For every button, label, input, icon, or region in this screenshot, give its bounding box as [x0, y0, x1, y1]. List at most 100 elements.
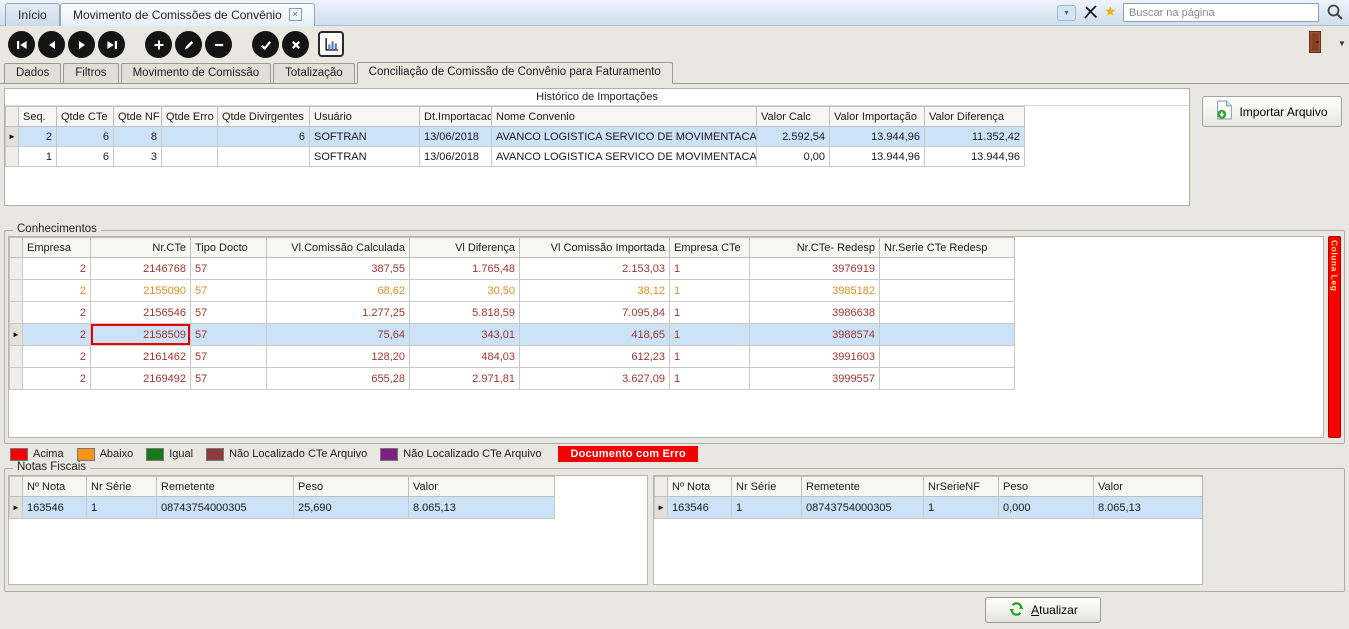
search-icon[interactable]	[1325, 3, 1345, 23]
column-header[interactable]: Remetente	[157, 477, 294, 497]
highlighted-cell[interactable]: 2158509	[91, 324, 191, 346]
column-header[interactable]: Valor	[409, 477, 555, 497]
column-header[interactable]: Qtde Erro	[162, 107, 218, 127]
cell[interactable]: 1.277,25	[267, 302, 410, 324]
column-header[interactable]: Empresa	[23, 238, 91, 258]
window-tab-movimento-comissoes[interactable]: Movimento de Comissões de Convênio ×	[60, 3, 315, 26]
cell[interactable]: 1	[732, 497, 802, 519]
cell[interactable]: 655,28	[267, 368, 410, 390]
column-header[interactable]: Nº Nota	[23, 477, 87, 497]
first-record-button[interactable]	[8, 31, 35, 58]
cell[interactable]: 75,64	[267, 324, 410, 346]
cell[interactable]: 3999557	[750, 368, 880, 390]
cell[interactable]	[880, 302, 1015, 324]
search-input[interactable]	[1123, 3, 1319, 22]
column-header[interactable]: Tipo Docto	[191, 238, 267, 258]
cell[interactable]: 13/06/2018	[420, 147, 492, 167]
cell[interactable]: 2.971,81	[410, 368, 520, 390]
cell[interactable]: AVANCO LOGISTICA SERVICO DE MOVIMENTACAO	[492, 127, 757, 147]
column-header[interactable]: Nr.CTe	[91, 238, 191, 258]
cell[interactable]	[880, 280, 1015, 302]
cell[interactable]: 3988574	[750, 324, 880, 346]
cell[interactable]: 163546	[23, 497, 87, 519]
cell[interactable]: 13.944,96	[925, 147, 1025, 167]
cell[interactable]	[218, 147, 310, 167]
cell[interactable]: 57	[191, 302, 267, 324]
cell[interactable]: 1	[670, 280, 750, 302]
cell[interactable]: 3.627,09	[520, 368, 670, 390]
column-header[interactable]: Qtde NF	[114, 107, 162, 127]
column-header[interactable]: Vl.Comissão Calculada	[267, 238, 410, 258]
cell[interactable]: 1	[670, 258, 750, 280]
cell[interactable]: 57	[191, 258, 267, 280]
cell[interactable]: SOFTRAN	[310, 147, 420, 167]
cell[interactable]: 2146768	[91, 258, 191, 280]
chart-button[interactable]	[318, 31, 344, 57]
cell[interactable]: 5.818,59	[410, 302, 520, 324]
column-header[interactable]: Nome Convenio	[492, 107, 757, 127]
table-row[interactable]: 22156546571.277,255.818,597.095,84139866…	[10, 302, 1015, 324]
cell[interactable]: 3	[114, 147, 162, 167]
cell[interactable]	[162, 127, 218, 147]
column-header[interactable]: Usuário	[310, 107, 420, 127]
favorite-star-icon[interactable]: ★	[1104, 3, 1117, 20]
column-header[interactable]: Nr.Serie CTe Redesp	[880, 238, 1015, 258]
cell[interactable]: 6	[57, 127, 114, 147]
insert-button[interactable]	[145, 31, 172, 58]
cell[interactable]: 30,50	[410, 280, 520, 302]
cell[interactable]: 128,20	[267, 346, 410, 368]
cell[interactable]: 13/06/2018	[420, 127, 492, 147]
last-record-button[interactable]	[98, 31, 125, 58]
cell[interactable]: 2	[19, 127, 57, 147]
cell[interactable]: 163546	[668, 497, 732, 519]
chevron-down-icon[interactable]: ▾	[1057, 5, 1076, 21]
cell[interactable]: 1	[670, 368, 750, 390]
cell[interactable]: 1.765,48	[410, 258, 520, 280]
cell[interactable]: 6	[218, 127, 310, 147]
column-header[interactable]: Qtde CTe	[57, 107, 114, 127]
table-row[interactable]: ►16354610874375400030525,6908.065,13	[10, 497, 555, 519]
cell[interactable]	[880, 258, 1015, 280]
cell[interactable]: 0,000	[999, 497, 1094, 519]
cell[interactable]: 6	[57, 147, 114, 167]
table-row[interactable]: 163 SOFTRAN13/06/2018AVANCO LOGISTICA SER…	[6, 147, 1025, 167]
cell[interactable]: 8.065,13	[409, 497, 555, 519]
column-header[interactable]: Nº Nota	[668, 477, 732, 497]
cell[interactable]: 343,01	[410, 324, 520, 346]
cell[interactable]: 57	[191, 346, 267, 368]
cell[interactable]	[880, 346, 1015, 368]
column-header[interactable]: Vl Diferença	[410, 238, 520, 258]
column-header[interactable]: Valor Calc	[757, 107, 830, 127]
confirm-button[interactable]	[252, 31, 279, 58]
cell[interactable]: 57	[191, 280, 267, 302]
column-header[interactable]: Peso	[294, 477, 409, 497]
toolbar-overflow-chevron-icon[interactable]: ▼	[1338, 39, 1346, 48]
cell[interactable]: SOFTRAN	[310, 127, 420, 147]
cell[interactable]: 8	[114, 127, 162, 147]
cell[interactable]: 1	[19, 147, 57, 167]
column-header[interactable]: Vl Comissão Importada	[520, 238, 670, 258]
cell[interactable]: 2	[23, 302, 91, 324]
importar-arquivo-button[interactable]: Importar Arquivo	[1202, 96, 1342, 127]
cell[interactable]: 57	[191, 368, 267, 390]
cell[interactable]	[880, 368, 1015, 390]
cell[interactable]: AVANCO LOGISTICA SERVICO DE MOVIMENTACAO	[492, 147, 757, 167]
cell[interactable]: 08743754000305	[802, 497, 924, 519]
cancel-button[interactable]	[282, 31, 309, 58]
cell[interactable]: 1	[670, 324, 750, 346]
window-tab-inicio[interactable]: Início	[5, 3, 60, 26]
cell[interactable]: 2.153,03	[520, 258, 670, 280]
table-row[interactable]: 221550905768,6230,5038,1213985182	[10, 280, 1015, 302]
cell[interactable]: 0,00	[757, 147, 830, 167]
cell[interactable]: 418,65	[520, 324, 670, 346]
cell[interactable]: 57	[191, 324, 267, 346]
table-row[interactable]: 2214676857387,551.765,482.153,0313976919	[10, 258, 1015, 280]
next-record-button[interactable]	[68, 31, 95, 58]
cell[interactable]: 8.065,13	[1094, 497, 1203, 519]
tab-conciliacao-de-comissao-de-convenio-para-faturam[interactable]: Conciliação de Comissão de Convênio para…	[357, 62, 673, 84]
close-tab-icon[interactable]: ×	[289, 8, 302, 21]
table-row[interactable]: ►16354610874375400030510,0008.065,13	[655, 497, 1203, 519]
cell[interactable]: 2	[23, 346, 91, 368]
cell[interactable]: 2155090	[91, 280, 191, 302]
cell[interactable]: 2	[23, 258, 91, 280]
